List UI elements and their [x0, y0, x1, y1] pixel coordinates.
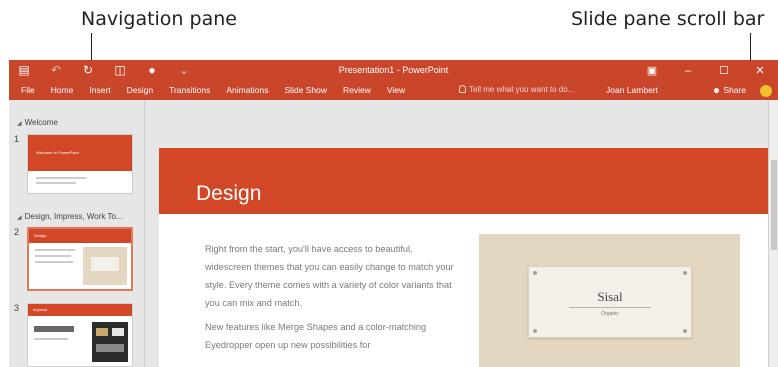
title-bar: ▤ ↶ ↻ ◫ ● ⌄ Presentation1 - PowerPoint ▣… [9, 60, 778, 82]
slide-number: 1 [14, 134, 20, 144]
theme-card-divider [569, 307, 651, 308]
account-name[interactable]: Joan Lambert [606, 85, 658, 95]
slide-title-banner: Design [159, 148, 778, 214]
slide-paragraph: New features like Merge Shapes and a col… [205, 322, 427, 350]
thumbnail-title: Welcome to PowerPoint [36, 150, 79, 155]
current-slide[interactable]: Design Right from the start, you'll have… [159, 148, 778, 367]
thumbnail-text-line [35, 249, 75, 251]
pin-icon [533, 329, 537, 333]
feedback-smiley-icon[interactable] [760, 85, 772, 97]
slide-paragraph: Right from the start, you'll have access… [205, 244, 454, 308]
section-header-design[interactable]: ◢ Design, Impress, Work To... [17, 212, 123, 221]
thumbnail-text-line [35, 255, 71, 257]
tab-file[interactable]: File [13, 85, 43, 95]
tab-design[interactable]: Design [119, 85, 161, 95]
share-button[interactable]: ☻ Share [712, 85, 746, 95]
window-controls: ▣ – ☐ ✕ [634, 60, 778, 82]
slide-pane-scroll-bar[interactable] [768, 100, 778, 367]
slide-thumbnail-2[interactable]: Design [27, 227, 133, 291]
sisal-theme-card: Sisal Organic [528, 266, 692, 338]
section-name: Design, Impress, Work To... [24, 212, 123, 221]
tab-transitions[interactable]: Transitions [161, 85, 218, 95]
thumbnail-image-detail [96, 344, 124, 352]
tab-view[interactable]: View [379, 85, 413, 95]
slide-thumbnail-1[interactable]: Welcome to PowerPoint [27, 134, 133, 194]
slide-number: 2 [14, 227, 20, 237]
pin-icon [683, 271, 687, 275]
slide-title[interactable]: Design [196, 182, 261, 206]
close-icon[interactable]: ✕ [742, 60, 778, 82]
theme-card-subtitle: Organic [601, 311, 619, 317]
thumbnail-text-line [36, 182, 76, 184]
powerpoint-window: ▤ ↶ ↻ ◫ ● ⌄ Presentation1 - PowerPoint ▣… [9, 60, 778, 367]
thumbnail-text-line [36, 177, 86, 179]
slide-body-text[interactable]: Right from the start, you'll have access… [205, 240, 455, 360]
ribbon-tabs: File Home Insert Design Transitions Anim… [13, 85, 413, 95]
tab-slide-show[interactable]: Slide Show [276, 85, 335, 95]
thumbnail-text-line [34, 338, 68, 340]
slide-pane: Design Right from the start, you'll have… [146, 100, 778, 367]
tab-review[interactable]: Review [335, 85, 379, 95]
navigation-pane: ◢ Welcome 1 Welcome to PowerPoint ◢ Design… [9, 100, 145, 367]
section-name: Welcome [24, 118, 58, 127]
slide-pane-scroll-bar-callout: Slide pane scroll bar [571, 8, 765, 30]
tab-home[interactable]: Home [43, 85, 82, 95]
thumbnail-image-detail [96, 328, 108, 336]
tell-me-placeholder: Tell me what you want to do... [469, 85, 575, 94]
theme-card-name: Sisal [597, 289, 623, 304]
thumbnail-card [91, 257, 119, 271]
pin-icon [683, 329, 687, 333]
theme-preview-image[interactable]: Sisal Organic [479, 234, 740, 367]
scroll-thumb[interactable] [771, 160, 777, 250]
ribbon-display-options-icon[interactable]: ▣ [634, 60, 670, 82]
person-icon: ☻ [711, 85, 721, 95]
thumbnail-image-detail [112, 328, 124, 336]
pin-icon [533, 271, 537, 275]
slide-thumbnail-3[interactable]: Impress [27, 303, 133, 367]
thumbnail-bar [34, 326, 74, 332]
navigation-pane-callout: Navigation pane [81, 8, 237, 30]
tell-me-box[interactable]: Tell me what you want to do... [459, 85, 574, 94]
tab-insert[interactable]: Insert [81, 85, 118, 95]
slide-number: 3 [14, 303, 20, 313]
maximize-icon[interactable]: ☐ [706, 60, 742, 82]
tab-animations[interactable]: Animations [218, 85, 276, 95]
collapse-triangle-icon[interactable]: ◢ [17, 214, 22, 221]
collapse-triangle-icon[interactable]: ◢ [17, 120, 22, 127]
share-label: Share [723, 85, 746, 95]
thumbnail-title: Impress [33, 307, 48, 312]
ribbon-tab-bar: File Home Insert Design Transitions Anim… [9, 82, 778, 100]
thumbnail-title: Design [34, 233, 47, 238]
thumbnail-text-line [35, 261, 73, 263]
minimize-icon[interactable]: – [670, 60, 706, 82]
section-header-welcome[interactable]: ◢ Welcome [17, 118, 58, 127]
lightbulb-icon [459, 85, 466, 93]
